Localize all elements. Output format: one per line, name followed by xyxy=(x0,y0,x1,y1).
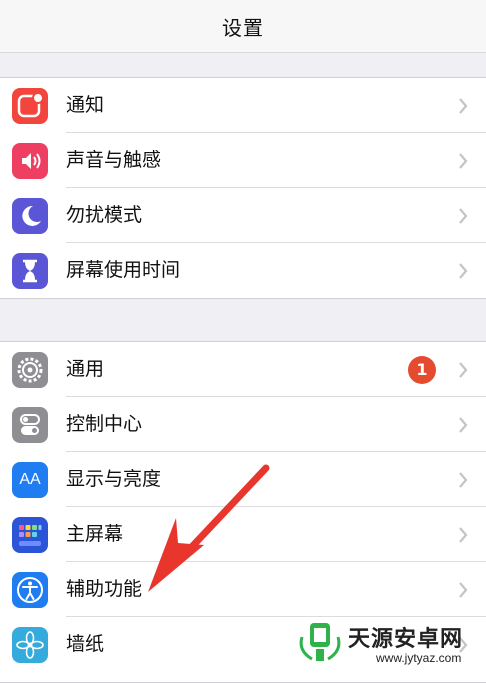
flower-icon xyxy=(12,627,48,663)
speaker-icon xyxy=(12,143,48,179)
settings-row-screen-time[interactable]: 屏幕使用时间 xyxy=(0,243,486,298)
settings-row-control-center[interactable]: 控制中心 xyxy=(0,397,486,452)
accessibility-icon xyxy=(12,572,48,608)
chevron-right-icon xyxy=(459,153,468,169)
settings-row-home-screen[interactable]: 主屏幕 xyxy=(0,507,486,562)
chevron-right-icon xyxy=(459,263,468,279)
watermark-name: 天源安卓网 xyxy=(348,627,464,652)
notifications-icon xyxy=(12,88,48,124)
navigation-bar: 设置 xyxy=(0,0,486,53)
chevron-right-icon xyxy=(459,417,468,433)
settings-row-label: 辅助功能 xyxy=(66,578,143,600)
watermark: 天源安卓网 www.jytyaz.com xyxy=(296,615,486,668)
settings-row-do-not-disturb[interactable]: 勿扰模式 xyxy=(0,188,486,243)
gear-icon xyxy=(12,352,48,388)
chevron-right-icon xyxy=(459,582,468,598)
settings-row-label: 屏幕使用时间 xyxy=(66,259,181,281)
hourglass-icon xyxy=(12,253,48,289)
notification-badge: 1 xyxy=(408,356,436,384)
chevron-right-icon xyxy=(459,527,468,543)
watermark-url: www.jytyaz.com xyxy=(376,651,462,665)
settings-row-label: 通知 xyxy=(66,94,105,116)
moon-icon xyxy=(12,198,48,234)
settings-row-label: 显示与亮度 xyxy=(66,468,162,490)
text-size-glyph: AA xyxy=(19,471,41,488)
chevron-right-icon xyxy=(459,98,468,114)
settings-row-label: 声音与触感 xyxy=(66,149,162,171)
settings-row-accessibility[interactable]: 辅助功能 xyxy=(0,562,486,617)
chevron-right-icon xyxy=(459,472,468,488)
text-size-icon: AA xyxy=(12,462,48,498)
settings-row-general[interactable]: 通用 1 xyxy=(0,342,486,397)
settings-row-label: 墙纸 xyxy=(66,633,105,655)
settings-row-label: 主屏幕 xyxy=(66,523,124,545)
settings-row-notifications[interactable]: 通知 xyxy=(0,78,486,133)
chevron-right-icon xyxy=(459,362,468,378)
settings-row-label: 控制中心 xyxy=(66,413,143,435)
chevron-right-icon xyxy=(459,208,468,224)
settings-row-display-brightness[interactable]: AA 显示与亮度 xyxy=(0,452,486,507)
settings-row-sounds[interactable]: 声音与触感 xyxy=(0,133,486,188)
home-screen-icon xyxy=(12,517,48,553)
watermark-logo-icon xyxy=(299,623,341,661)
settings-row-label: 勿扰模式 xyxy=(66,204,143,226)
toggle-icon xyxy=(12,407,48,443)
settings-row-label: 通用 xyxy=(66,358,105,380)
page-title: 设置 xyxy=(222,15,264,40)
settings-group-1: 通知 声音与触感 勿扰模式 屏幕使用时间 xyxy=(0,77,486,299)
